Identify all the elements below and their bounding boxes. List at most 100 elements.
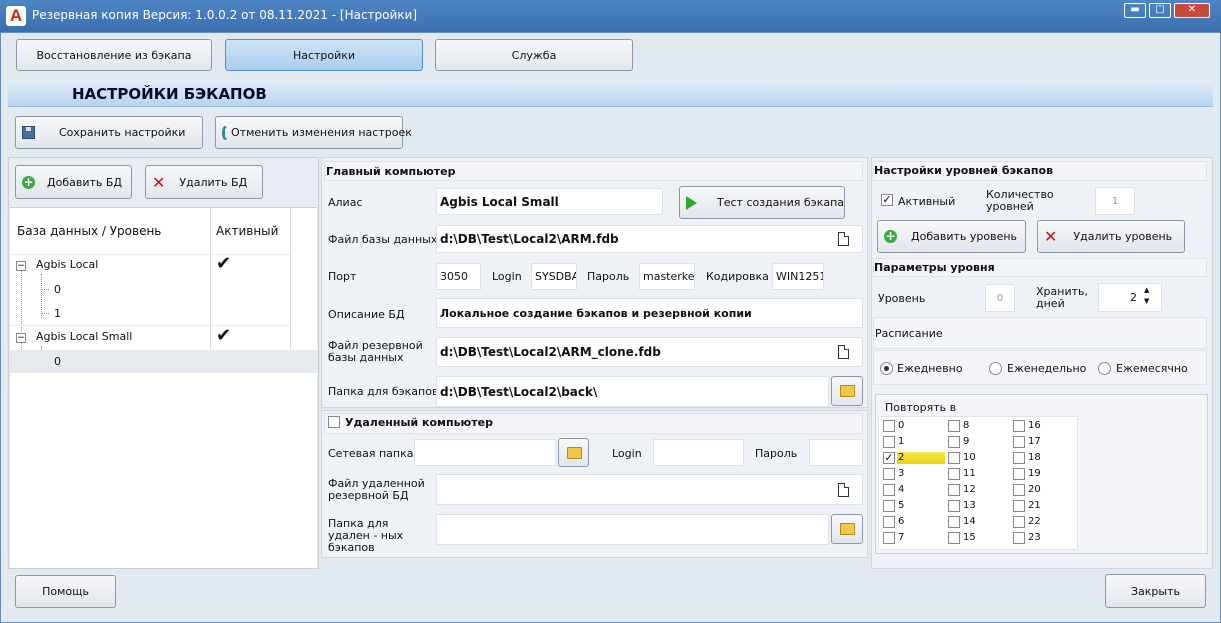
file-icon[interactable] [838, 232, 849, 246]
tree-item-level[interactable]: 1 [54, 307, 61, 320]
remote-folder-input[interactable] [436, 514, 829, 545]
tree-item-level[interactable]: 0 [54, 355, 61, 368]
delete-level-button[interactable]: ✕ Удалить уровень [1037, 220, 1185, 253]
level-input[interactable]: 0 [985, 284, 1015, 312]
minimize-button[interactable]: ▬ [1124, 3, 1146, 18]
remote-checkbox[interactable] [328, 416, 340, 428]
hour-label: 8 [963, 420, 970, 431]
collapse-toggle[interactable]: − [16, 261, 26, 271]
hour-checkbox[interactable] [883, 484, 895, 496]
tab-service[interactable]: Служба [435, 39, 633, 71]
backup-file-input[interactable]: d:\DB\Test\Local2\ARM_clone.fdb [436, 337, 863, 367]
hour-checkbox[interactable] [1013, 516, 1025, 528]
encoding-input[interactable]: WIN1251 [772, 263, 824, 290]
monthly-radio[interactable] [1098, 362, 1111, 375]
hour-checkbox[interactable] [948, 420, 960, 432]
hour-checkbox[interactable] [948, 532, 960, 544]
column-header-db[interactable]: База данных / Уровень [17, 224, 161, 238]
hour-label: 5 [898, 500, 905, 511]
browse-net-folder-button[interactable] [558, 438, 589, 467]
port-input[interactable]: 3050 [436, 263, 481, 290]
hour-checkbox[interactable] [1013, 436, 1025, 448]
hour-checkbox[interactable] [1013, 532, 1025, 544]
login-input[interactable]: SYSDBA [531, 263, 577, 290]
hour-label: 1 [898, 436, 905, 447]
hour-label: 10 [963, 452, 976, 463]
hour-checkbox[interactable] [1013, 420, 1025, 432]
hour-label: 18 [1028, 452, 1041, 463]
backup-folder-input[interactable]: d:\DB\Test\Local2\back\ [436, 376, 829, 407]
remote-file-input[interactable] [436, 474, 863, 505]
level-count-input[interactable]: 1 [1095, 187, 1135, 215]
hour-label: 2 [898, 452, 905, 463]
active-checkmark: ✔ [216, 325, 232, 346]
alias-label: Алиас [328, 196, 363, 209]
hour-checkbox[interactable] [1013, 500, 1025, 512]
hour-checkbox[interactable] [883, 468, 895, 480]
hour-label: 9 [963, 436, 970, 447]
hour-checkbox[interactable] [883, 420, 895, 432]
file-icon[interactable] [838, 483, 849, 497]
hour-checkbox[interactable] [883, 516, 895, 528]
hour-label: 16 [1028, 420, 1041, 431]
revert-settings-button[interactable]: Отменить изменения настроек [215, 116, 412, 149]
password-input[interactable]: masterkey [639, 263, 695, 290]
hour-checkbox[interactable] [883, 500, 895, 512]
hour-checkbox[interactable]: ✓ [883, 452, 895, 464]
hour-checkbox[interactable] [1013, 484, 1025, 496]
keep-days-input[interactable]: 2 [1098, 283, 1162, 312]
keep-days-label: Хранить, дней [1036, 285, 1088, 310]
maximize-button[interactable]: □ [1149, 3, 1171, 18]
daily-radio[interactable] [880, 362, 893, 375]
hour-label: 23 [1028, 532, 1041, 543]
add-level-button[interactable]: + Добавить уровень [877, 220, 1026, 253]
hour-checkbox[interactable] [1013, 468, 1025, 480]
db-tree[interactable]: База данных / Уровень Активный − Agbis L… [10, 207, 317, 568]
add-db-button[interactable]: + Добавить БД [15, 165, 132, 199]
hour-checkbox[interactable] [1013, 452, 1025, 464]
hour-checkbox[interactable] [948, 452, 960, 464]
level-active-checkbox[interactable]: ✓ [881, 194, 893, 206]
hour-checkbox[interactable] [948, 516, 960, 528]
help-button[interactable]: Помощь [15, 575, 116, 608]
hour-checkbox[interactable] [883, 532, 895, 544]
tree-item-level[interactable]: 0 [54, 283, 61, 296]
tab-settings[interactable]: Настройки [225, 39, 423, 71]
login-label: Login [492, 270, 522, 283]
test-backup-button[interactable]: Тест создания бэкапа [679, 186, 845, 219]
file-icon[interactable] [838, 345, 849, 359]
close-button[interactable]: Закрыть [1105, 574, 1206, 608]
tree-item-db[interactable]: Agbis Local Small [36, 330, 132, 343]
level-params-title: Параметры уровня [874, 261, 995, 274]
hour-checkbox[interactable] [883, 436, 895, 448]
spinner-arrows-icon[interactable]: ▲ ▼ [1144, 285, 1149, 307]
hour-checkbox[interactable] [948, 484, 960, 496]
browse-folder-button[interactable] [831, 376, 863, 406]
hour-checkbox[interactable] [948, 468, 960, 480]
window-title: Резервная копия Версия: 1.0.0.2 от 08.11… [32, 8, 418, 22]
desc-input[interactable]: Локальное создание бэкапов и резервной к… [436, 298, 863, 328]
save-settings-button[interactable]: Сохранить настройки [15, 116, 203, 149]
schedule-label: Расписание [875, 327, 943, 340]
tab-restore[interactable]: Восстановление из бэкапа [16, 39, 212, 71]
alias-input[interactable]: Agbis Local Small [436, 188, 663, 215]
revert-settings-label: Отменить изменения настроек [231, 126, 412, 139]
remote-login-input[interactable] [653, 439, 744, 466]
remote-password-input[interactable] [809, 439, 863, 466]
db-file-input[interactable]: d:\DB\Test\Local2\ARM.fdb [436, 225, 863, 253]
close-window-button[interactable]: ✕ [1174, 3, 1210, 18]
hour-label: 13 [963, 500, 976, 511]
plus-icon: + [22, 174, 35, 189]
remote-folder-label: Папка для удален - ных бэкапов [328, 517, 404, 554]
browse-remote-folder-button[interactable] [831, 514, 863, 544]
collapse-toggle[interactable]: − [16, 333, 26, 343]
hour-label: 3 [898, 468, 905, 479]
tree-item-db[interactable]: Agbis Local [36, 258, 98, 271]
delete-db-button[interactable]: ✕ Удалить БД [145, 165, 263, 199]
hour-checkbox[interactable] [948, 500, 960, 512]
hour-checkbox[interactable] [948, 436, 960, 448]
hour-label: 11 [963, 468, 976, 479]
net-folder-input[interactable] [414, 439, 556, 466]
weekly-radio[interactable] [989, 362, 1002, 375]
column-header-active[interactable]: Активный [216, 224, 278, 238]
